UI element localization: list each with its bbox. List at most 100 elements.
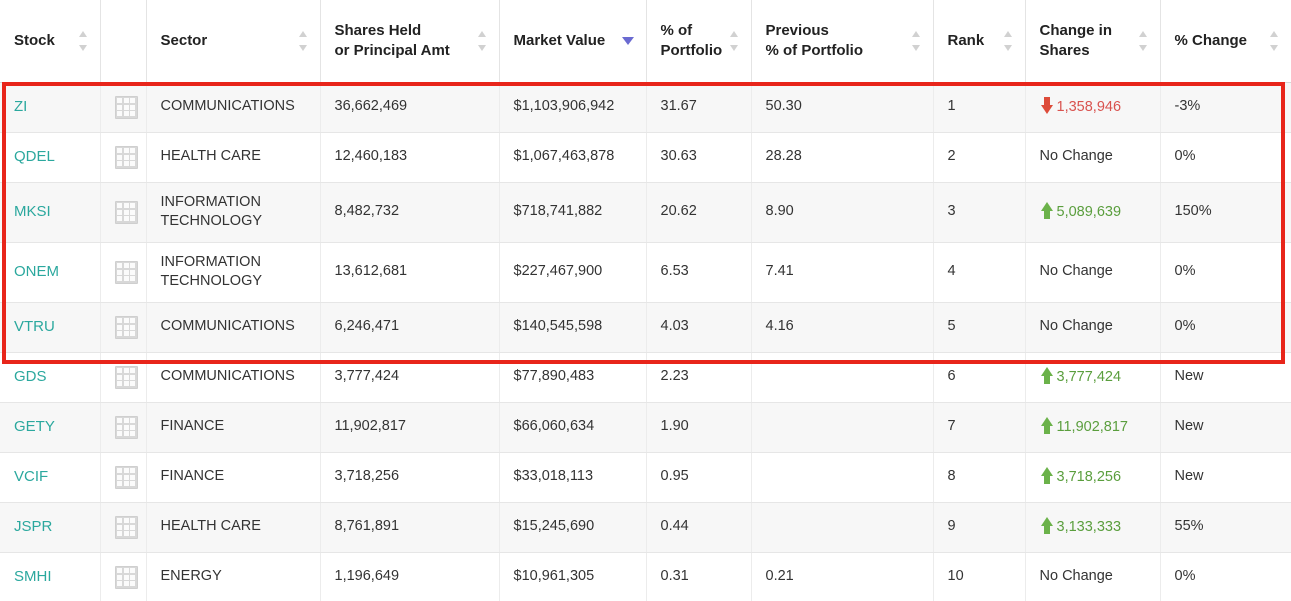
cell-shares-held: 8,482,732 [320, 182, 499, 242]
cell-chart-icon[interactable] [100, 502, 146, 552]
cell-pct-change: New [1160, 402, 1291, 452]
grid-chart-icon[interactable] [115, 566, 138, 589]
sort-toggle-icon[interactable] [478, 30, 487, 52]
stock-ticker-link[interactable]: VCIF [14, 468, 48, 485]
sort-toggle-icon[interactable] [912, 30, 921, 52]
grid-chart-icon[interactable] [115, 316, 138, 339]
grid-chart-icon[interactable] [115, 416, 138, 439]
column-header-market_value[interactable]: Market Value [499, 0, 646, 82]
cell-stock: MKSI [0, 182, 100, 242]
stock-ticker-link[interactable]: GDS [14, 368, 47, 385]
sort-toggle-icon[interactable] [1270, 30, 1279, 52]
change-in-shares-value: 3,718,256 [1057, 469, 1122, 485]
grid-chart-icon[interactable] [115, 96, 138, 119]
cell-stock: JSPR [0, 502, 100, 552]
column-header-change_in_shares[interactable]: Change in Shares [1025, 0, 1160, 82]
sort-toggle-icon[interactable] [1139, 30, 1148, 52]
column-header-pct_change[interactable]: % Change [1160, 0, 1291, 82]
cell-pct-change: 0% [1160, 242, 1291, 302]
column-header-label: % of Portfolio [661, 21, 723, 62]
column-header-label: Sector [161, 31, 208, 51]
cell-rank: 5 [933, 302, 1025, 352]
cell-sector: COMMUNICATIONS [146, 352, 320, 402]
cell-sector: INFORMATION TECHNOLOGY [146, 242, 320, 302]
cell-chart-icon[interactable] [100, 182, 146, 242]
stock-ticker-link[interactable]: SMHI [14, 568, 52, 585]
cell-shares-held: 3,718,256 [320, 452, 499, 502]
cell-chart-icon[interactable] [100, 302, 146, 352]
cell-pct-portfolio: 31.67 [646, 82, 751, 132]
cell-chart-icon[interactable] [100, 452, 146, 502]
cell-previous-pct-portfolio [751, 352, 933, 402]
cell-market-value: $1,067,463,878 [499, 132, 646, 182]
column-header-prev_pct_portfolio[interactable]: Previous % of Portfolio [751, 0, 933, 82]
cell-chart-icon[interactable] [100, 352, 146, 402]
cell-change-in-shares: No Change [1025, 552, 1160, 601]
column-header-sector[interactable]: Sector [146, 0, 320, 82]
cell-chart-icon[interactable] [100, 552, 146, 601]
change-in-shares-value: 11,902,817 [1057, 419, 1129, 435]
cell-chart-icon[interactable] [100, 82, 146, 132]
arrow-up-icon [1040, 367, 1055, 384]
cell-shares-held: 3,777,424 [320, 352, 499, 402]
cell-market-value: $227,467,900 [499, 242, 646, 302]
sort-toggle-icon[interactable] [730, 30, 739, 52]
cell-pct-change: 55% [1160, 502, 1291, 552]
cell-stock: VCIF [0, 452, 100, 502]
grid-chart-icon[interactable] [115, 146, 138, 169]
cell-change-in-shares: 3,718,256 [1025, 452, 1160, 502]
stock-ticker-link[interactable]: ZI [14, 98, 27, 115]
table-row: GDSCOMMUNICATIONS3,777,424$77,890,4832.2… [0, 352, 1291, 402]
cell-previous-pct-portfolio [751, 402, 933, 452]
grid-chart-icon[interactable] [115, 366, 138, 389]
grid-chart-icon[interactable] [115, 466, 138, 489]
cell-pct-portfolio: 4.03 [646, 302, 751, 352]
cell-pct-change: 0% [1160, 132, 1291, 182]
column-header-stock[interactable]: Stock [0, 0, 100, 82]
cell-rank: 9 [933, 502, 1025, 552]
column-header-label: Market Value [514, 31, 606, 51]
cell-pct-portfolio: 0.44 [646, 502, 751, 552]
arrow-up-icon [1040, 467, 1055, 484]
sort-toggle-icon[interactable] [299, 30, 308, 52]
column-header-label: Stock [14, 31, 55, 51]
change-in-shares-value: No Change [1040, 318, 1113, 334]
cell-stock: GDS [0, 352, 100, 402]
grid-chart-icon[interactable] [115, 261, 138, 284]
sort-toggle-icon[interactable] [79, 30, 88, 52]
column-header-shares_held[interactable]: Shares Held or Principal Amt [320, 0, 499, 82]
cell-change-in-shares: No Change [1025, 242, 1160, 302]
arrow-up-icon [1040, 417, 1055, 434]
cell-pct-portfolio: 0.31 [646, 552, 751, 601]
cell-chart-icon[interactable] [100, 242, 146, 302]
cell-rank: 10 [933, 552, 1025, 601]
cell-rank: 4 [933, 242, 1025, 302]
stock-ticker-link[interactable]: GETY [14, 418, 55, 435]
cell-pct-change: New [1160, 452, 1291, 502]
stock-ticker-link[interactable]: MKSI [14, 203, 51, 220]
stock-ticker-link[interactable]: ONEM [14, 263, 59, 280]
cell-sector: FINANCE [146, 402, 320, 452]
cell-rank: 6 [933, 352, 1025, 402]
grid-chart-icon[interactable] [115, 201, 138, 224]
table-row: VTRUCOMMUNICATIONS6,246,471$140,545,5984… [0, 302, 1291, 352]
cell-sector: ENERGY [146, 552, 320, 601]
stock-ticker-link[interactable]: QDEL [14, 148, 55, 165]
cell-shares-held: 8,761,891 [320, 502, 499, 552]
column-header-pct_portfolio[interactable]: % of Portfolio [646, 0, 751, 82]
cell-shares-held: 11,902,817 [320, 402, 499, 452]
sort-descending-active-icon[interactable] [622, 35, 634, 47]
sort-toggle-icon[interactable] [1004, 30, 1013, 52]
cell-change-in-shares: 1,358,946 [1025, 82, 1160, 132]
stock-ticker-link[interactable]: JSPR [14, 518, 52, 535]
cell-pct-portfolio: 20.62 [646, 182, 751, 242]
column-header-label: Shares Held or Principal Amt [335, 21, 450, 62]
cell-chart-icon[interactable] [100, 402, 146, 452]
cell-chart-icon[interactable] [100, 132, 146, 182]
cell-market-value: $33,018,113 [499, 452, 646, 502]
cell-pct-change: -3% [1160, 82, 1291, 132]
cell-market-value: $66,060,634 [499, 402, 646, 452]
column-header-rank[interactable]: Rank [933, 0, 1025, 82]
stock-ticker-link[interactable]: VTRU [14, 318, 55, 335]
grid-chart-icon[interactable] [115, 516, 138, 539]
